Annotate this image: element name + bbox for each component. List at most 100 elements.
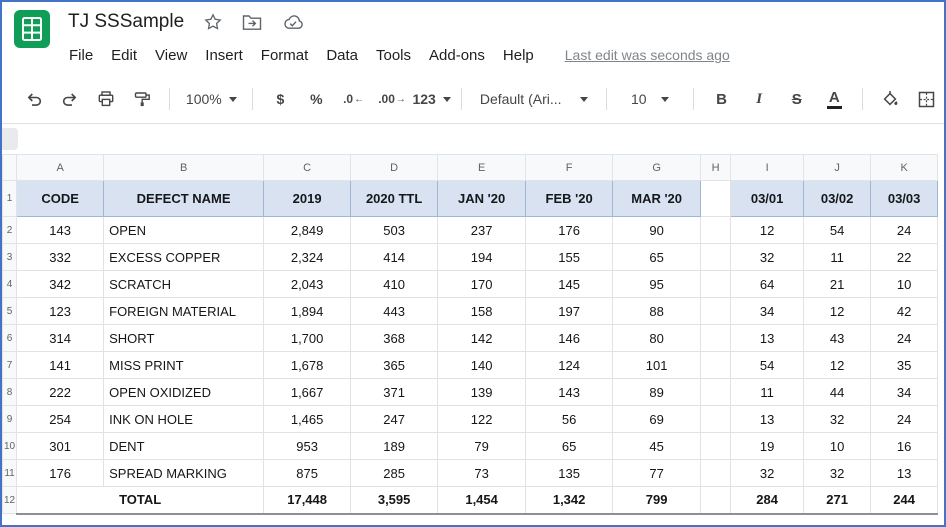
cell[interactable]: 90 <box>613 217 701 244</box>
cell[interactable]: 332 <box>17 244 104 271</box>
header-cell[interactable]: 2020 TTL <box>351 181 438 217</box>
more-formats-button[interactable]: 123 <box>414 85 449 113</box>
column-header-I[interactable]: I <box>731 155 804 181</box>
cell[interactable]: 271 <box>804 487 871 514</box>
cell[interactable]: 95 <box>613 271 701 298</box>
cell[interactable] <box>701 244 731 271</box>
cell[interactable]: 123 <box>17 298 104 325</box>
row-header[interactable]: 5 <box>3 298 17 325</box>
cell[interactable]: 158 <box>438 298 526 325</box>
cell[interactable] <box>701 352 731 379</box>
cell[interactable]: 80 <box>613 325 701 352</box>
cell[interactable]: OPEN <box>104 217 264 244</box>
cell[interactable]: 12 <box>804 298 871 325</box>
cell[interactable]: 12 <box>804 352 871 379</box>
row-header[interactable]: 4 <box>3 271 17 298</box>
cell[interactable]: MISS PRINT <box>104 352 264 379</box>
header-cell[interactable]: MAR '20 <box>613 181 701 217</box>
cell[interactable]: 13 <box>731 406 804 433</box>
cell[interactable]: 254 <box>17 406 104 433</box>
cell[interactable]: 135 <box>526 460 613 487</box>
cell[interactable]: 143 <box>526 379 613 406</box>
column-header-D[interactable]: D <box>351 155 438 181</box>
cell[interactable]: 371 <box>351 379 438 406</box>
cell[interactable]: 170 <box>438 271 526 298</box>
cell[interactable] <box>701 217 731 244</box>
cell[interactable]: 22 <box>871 244 938 271</box>
format-percent-button[interactable]: % <box>301 85 331 113</box>
cell[interactable]: 124 <box>526 352 613 379</box>
cell[interactable]: 24 <box>871 217 938 244</box>
cell[interactable]: OPEN OXIDIZED <box>104 379 264 406</box>
star-button[interactable] <box>204 13 222 31</box>
cell[interactable]: 2,324 <box>264 244 351 271</box>
menu-file[interactable]: File <box>60 44 102 67</box>
format-currency-button[interactable]: $ <box>265 85 295 113</box>
cell[interactable]: 197 <box>526 298 613 325</box>
cell[interactable]: 77 <box>613 460 701 487</box>
cell[interactable]: 443 <box>351 298 438 325</box>
cell[interactable]: 16 <box>871 433 938 460</box>
cell[interactable]: 140 <box>438 352 526 379</box>
menu-view[interactable]: View <box>146 44 196 67</box>
cell[interactable]: 284 <box>731 487 804 514</box>
cell[interactable]: 301 <box>17 433 104 460</box>
cell[interactable]: 1,700 <box>264 325 351 352</box>
cell[interactable]: 65 <box>613 244 701 271</box>
column-header-B[interactable]: B <box>104 155 264 181</box>
row-header[interactable]: 6 <box>3 325 17 352</box>
cell[interactable]: 799 <box>613 487 701 514</box>
cell[interactable]: 34 <box>871 379 938 406</box>
cell[interactable]: 143 <box>17 217 104 244</box>
cell[interactable]: 189 <box>351 433 438 460</box>
cell[interactable]: 145 <box>526 271 613 298</box>
cell[interactable]: 141 <box>17 352 104 379</box>
cell[interactable]: 342 <box>17 271 104 298</box>
cell[interactable] <box>701 406 731 433</box>
menu-add-ons[interactable]: Add-ons <box>420 44 494 67</box>
cell[interactable]: 32 <box>731 460 804 487</box>
cell[interactable]: 73 <box>438 460 526 487</box>
cell[interactable]: 43 <box>804 325 871 352</box>
cell[interactable]: 10 <box>871 271 938 298</box>
cell[interactable]: 2,849 <box>264 217 351 244</box>
fill-color-button[interactable] <box>875 85 905 113</box>
cell[interactable]: 176 <box>526 217 613 244</box>
column-header-J[interactable]: J <box>804 155 871 181</box>
header-cell[interactable]: 2019 <box>264 181 351 217</box>
cell[interactable]: 2,043 <box>264 271 351 298</box>
cell[interactable]: 410 <box>351 271 438 298</box>
cell[interactable]: 142 <box>438 325 526 352</box>
menu-data[interactable]: Data <box>317 44 367 67</box>
header-cell[interactable]: 03/02 <box>804 181 871 217</box>
cell[interactable]: SCRATCH <box>104 271 264 298</box>
cell[interactable]: 56 <box>526 406 613 433</box>
menu-edit[interactable]: Edit <box>102 44 146 67</box>
cell[interactable]: FOREIGN MATERIAL <box>104 298 264 325</box>
cell[interactable]: 101 <box>613 352 701 379</box>
cell[interactable]: 42 <box>871 298 938 325</box>
header-cell[interactable] <box>701 181 731 217</box>
cell[interactable]: 13 <box>871 460 938 487</box>
menu-help[interactable]: Help <box>494 44 543 67</box>
cell[interactable]: 17,448 <box>264 487 351 514</box>
cell[interactable]: INK ON HOLE <box>104 406 264 433</box>
menu-tools[interactable]: Tools <box>367 44 420 67</box>
cell[interactable]: 414 <box>351 244 438 271</box>
header-cell[interactable]: 03/03 <box>871 181 938 217</box>
cell[interactable]: 953 <box>264 433 351 460</box>
cell[interactable]: 11 <box>804 244 871 271</box>
cell[interactable]: 1,465 <box>264 406 351 433</box>
cell[interactable] <box>701 325 731 352</box>
row-header[interactable]: 10 <box>3 433 17 460</box>
decrease-decimal-button[interactable]: .0 ← <box>337 85 369 113</box>
sheets-logo[interactable] <box>12 9 52 49</box>
cell[interactable] <box>701 379 731 406</box>
column-header-C[interactable]: C <box>264 155 351 181</box>
column-header-H[interactable]: H <box>701 155 731 181</box>
cell[interactable]: 64 <box>731 271 804 298</box>
cell[interactable]: 146 <box>526 325 613 352</box>
cell[interactable]: 32 <box>804 460 871 487</box>
cell[interactable] <box>701 298 731 325</box>
last-edit-link[interactable]: Last edit was seconds ago <box>565 47 730 63</box>
